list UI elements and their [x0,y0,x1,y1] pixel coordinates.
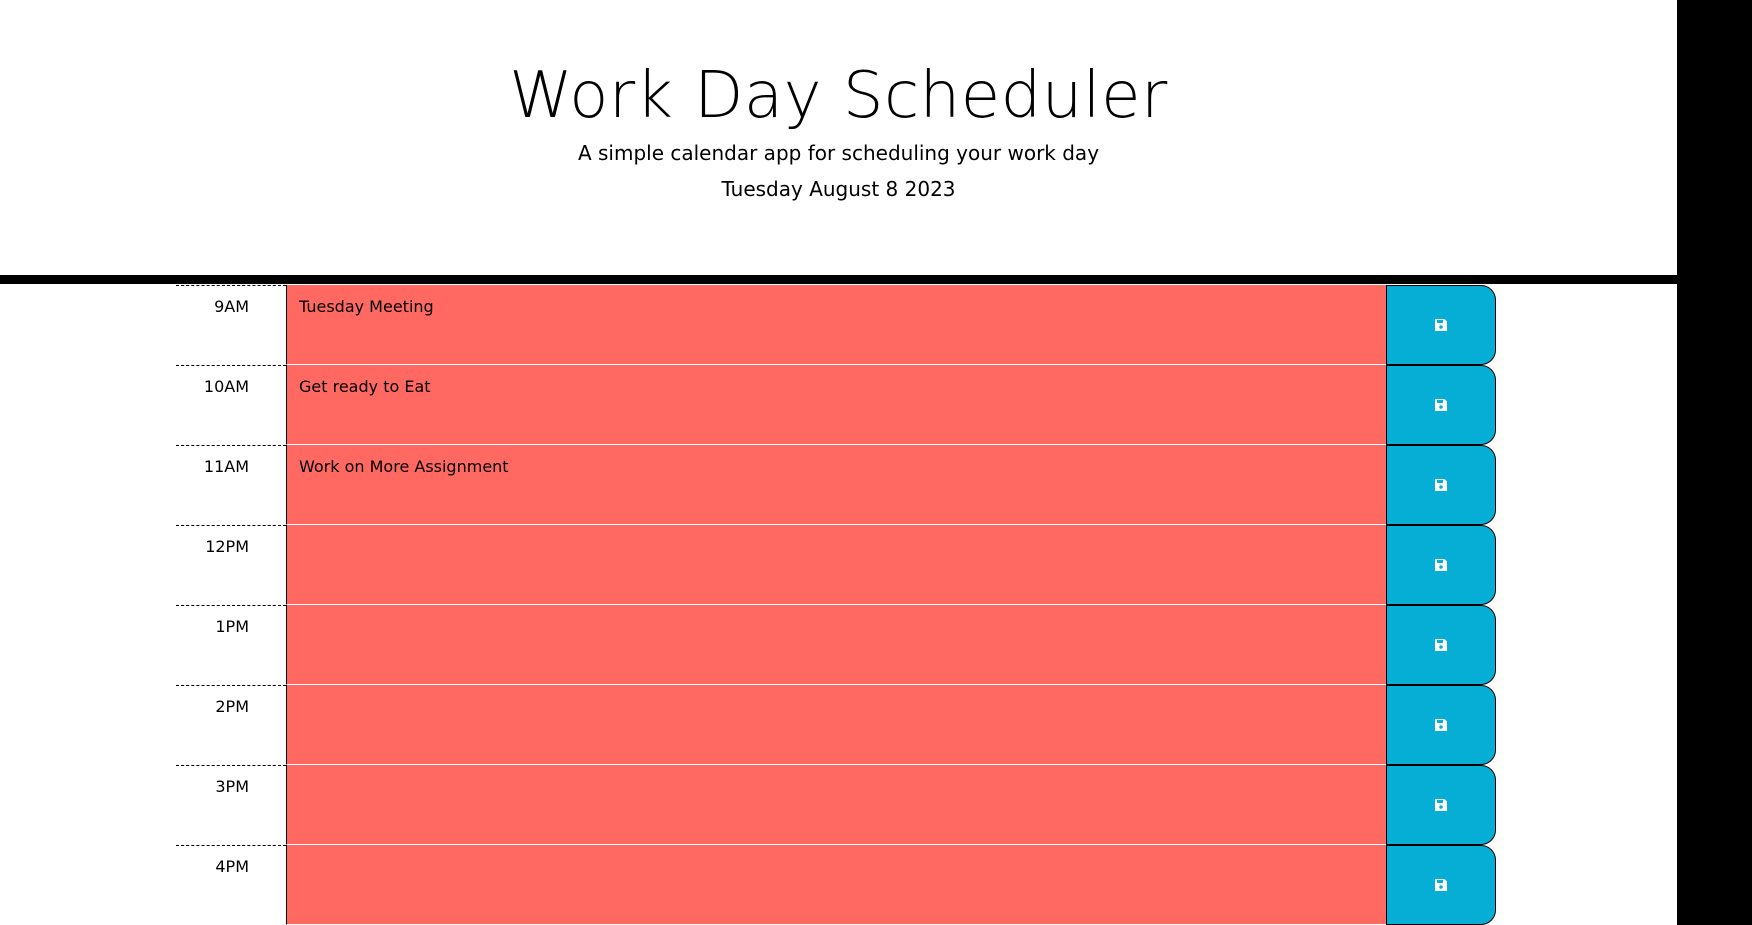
time-block: 3PM [176,765,1496,845]
time-block: 4PM [176,845,1496,925]
time-block: 11AM Work on More Assignment [176,445,1496,525]
hour-label: 11AM [176,445,286,525]
event-description-input[interactable]: Get ready to Eat [286,365,1386,445]
hour-label: 3PM [176,765,286,845]
event-description-input[interactable] [286,685,1386,765]
save-button[interactable] [1386,685,1496,765]
time-block-list: 9AM Tuesday Meeting 10AM Get ready to Ea… [176,285,1496,925]
event-description-input[interactable]: Tuesday Meeting [286,285,1386,365]
hour-label: 4PM [176,845,286,925]
save-icon [1435,319,1447,331]
hour-label: 12PM [176,525,286,605]
time-block: 1PM [176,605,1496,685]
save-button[interactable] [1386,285,1496,365]
save-icon [1435,639,1447,651]
save-button[interactable] [1386,605,1496,685]
event-description-input[interactable]: Work on More Assignment [286,445,1386,525]
event-description-input[interactable] [286,605,1386,685]
hour-label: 2PM [176,685,286,765]
time-block: 9AM Tuesday Meeting [176,285,1496,365]
save-icon [1435,879,1447,891]
hour-label: 10AM [176,365,286,445]
save-icon [1435,559,1447,571]
save-icon [1435,799,1447,811]
event-description-input[interactable] [286,765,1386,845]
save-button[interactable] [1386,765,1496,845]
time-block: 10AM Get ready to Eat [176,365,1496,445]
time-block: 12PM [176,525,1496,605]
page-title: Work Day Scheduler [509,59,1168,133]
current-day: Tuesday August 8 2023 [721,177,956,201]
hour-label: 9AM [176,285,286,365]
event-description-input[interactable] [286,845,1386,925]
save-button[interactable] [1386,525,1496,605]
event-description-input[interactable] [286,525,1386,605]
save-icon [1435,399,1447,411]
save-icon [1435,719,1447,731]
save-icon [1435,479,1447,491]
hour-label: 1PM [176,605,286,685]
header: Work Day Scheduler A simple calendar app… [0,0,1677,284]
page-subtitle: A simple calendar app for scheduling you… [577,141,1100,165]
save-button[interactable] [1386,365,1496,445]
save-button[interactable] [1386,445,1496,525]
save-button[interactable] [1386,845,1496,925]
time-block: 2PM [176,685,1496,765]
page: Work Day Scheduler A simple calendar app… [0,0,1677,925]
